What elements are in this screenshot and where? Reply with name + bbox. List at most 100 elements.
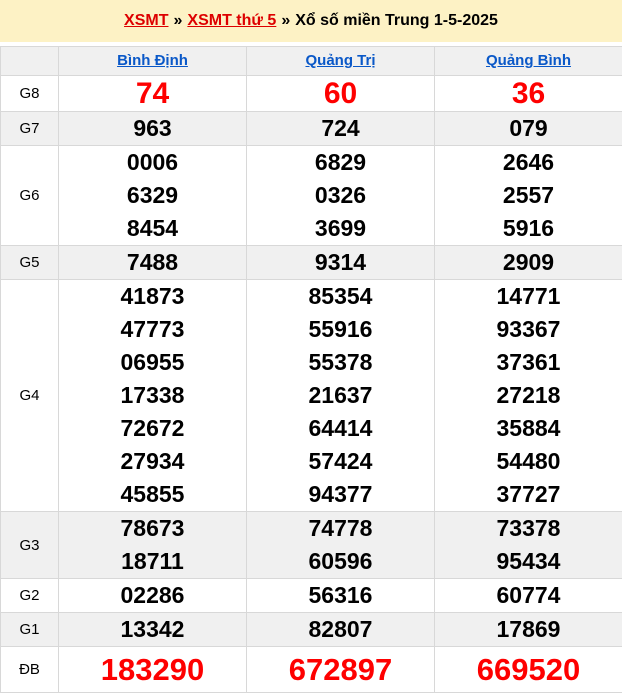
- result-number: 13342: [120, 616, 185, 642]
- prize-row-g4: G4 41873 47773 06955 17338 72672 27934 4…: [0, 279, 622, 512]
- result-cell: 60: [246, 75, 435, 112]
- result-number: 0006: [126, 149, 179, 175]
- result-number: 5916: [502, 215, 555, 241]
- result-cell: 672897: [246, 646, 435, 693]
- prize-label: G4: [0, 279, 59, 512]
- result-number: 72672: [120, 415, 185, 441]
- result-cell: 079: [434, 111, 622, 146]
- results-table: Bình Định Quảng Trị Quảng Bình G8 74 60 …: [0, 46, 622, 693]
- result-cell: 85354 55916 55378 21637 64414 57424 9437…: [246, 279, 435, 512]
- result-number: 60774: [496, 582, 561, 608]
- result-number: 6329: [126, 182, 179, 208]
- result-number: 73378: [496, 515, 561, 541]
- breadcrumb-separator: »: [173, 12, 183, 29]
- result-number: 64414: [308, 415, 373, 441]
- prize-label: G3: [0, 511, 59, 579]
- result-number: 95434: [496, 548, 561, 574]
- result-cell: 82807: [246, 612, 435, 647]
- result-number: 93367: [496, 316, 561, 342]
- result-cell: 60774: [434, 578, 622, 613]
- result-number: 55378: [308, 349, 373, 375]
- result-number: 21637: [308, 382, 373, 408]
- prize-row-g8: G8 74 60 36: [0, 75, 622, 112]
- column-link-quang-binh[interactable]: Quảng Bình: [486, 52, 571, 69]
- result-number: 56316: [308, 582, 373, 608]
- column-link-binh-dinh[interactable]: Bình Định: [117, 52, 188, 69]
- result-number: 36: [511, 77, 546, 110]
- prize-label: G2: [0, 578, 59, 613]
- prize-row-g6: G6 0006 6329 8454 6829 0326 3699 2646 25…: [0, 145, 622, 246]
- prize-label: ĐB: [0, 646, 59, 693]
- result-cell: 56316: [246, 578, 435, 613]
- result-number: 8454: [126, 215, 179, 241]
- result-cell: 0006 6329 8454: [58, 145, 247, 246]
- result-number: 94377: [308, 481, 373, 507]
- result-number: 37727: [496, 481, 561, 507]
- prize-row-g7: G7 963 724 079: [0, 111, 622, 146]
- result-number: 74: [135, 77, 170, 110]
- result-number: 41873: [120, 283, 185, 309]
- prize-row-g1: G1 13342 82807 17869: [0, 612, 622, 647]
- result-number: 74778: [308, 515, 373, 541]
- prize-row-g2: G2 02286 56316 60774: [0, 578, 622, 613]
- result-cell: 74778 60596: [246, 511, 435, 579]
- result-number: 78673: [120, 515, 185, 541]
- result-number: 37361: [496, 349, 561, 375]
- prize-label: G1: [0, 612, 59, 647]
- prize-label: G6: [0, 145, 59, 246]
- result-number: 724: [321, 115, 360, 141]
- result-cell: 74: [58, 75, 247, 112]
- result-cell: 13342: [58, 612, 247, 647]
- result-cell: 73378 95434: [434, 511, 622, 579]
- column-link-quang-tri[interactable]: Quảng Trị: [305, 52, 375, 69]
- result-number: 669520: [476, 652, 581, 687]
- breadcrumb-bar: XSMT» XSMT thứ 5» Xổ số miền Trung 1-5-202…: [0, 0, 622, 42]
- result-number: 2909: [502, 249, 555, 275]
- result-number: 55916: [308, 316, 373, 342]
- breadcrumb-separator: »: [281, 12, 291, 29]
- result-cell: 7488: [58, 245, 247, 280]
- result-number: 672897: [288, 652, 393, 687]
- result-cell: 183290: [58, 646, 247, 693]
- result-number: 27934: [120, 448, 185, 474]
- result-number: 35884: [496, 415, 561, 441]
- result-number: 6829: [314, 149, 367, 175]
- prize-column-header: [0, 46, 59, 76]
- result-number: 14771: [496, 283, 561, 309]
- prize-label: G8: [0, 75, 59, 112]
- table-header-row: Bình Định Quảng Trị Quảng Bình: [0, 46, 622, 76]
- result-number: 7488: [126, 249, 179, 275]
- result-number: 2646: [502, 149, 555, 175]
- breadcrumb-link-xsmt[interactable]: XSMT: [124, 12, 168, 30]
- result-number: 27218: [496, 382, 561, 408]
- result-cell: 9314: [246, 245, 435, 280]
- result-number: 82807: [308, 616, 373, 642]
- prize-row-g3: G3 78673 18711 74778 60596 73378 95434: [0, 511, 622, 579]
- result-number: 3699: [314, 215, 367, 241]
- result-cell: 14771 93367 37361 27218 35884 54480 3772…: [434, 279, 622, 512]
- result-cell: 41873 47773 06955 17338 72672 27934 4585…: [58, 279, 247, 512]
- result-cell: 78673 18711: [58, 511, 247, 579]
- breadcrumb-link-xsmt-day[interactable]: XSMT thứ 5: [187, 12, 276, 30]
- result-cell: 17869: [434, 612, 622, 647]
- result-cell: 02286: [58, 578, 247, 613]
- result-number: 02286: [120, 582, 185, 608]
- prize-label: G7: [0, 111, 59, 146]
- result-number: 9314: [314, 249, 367, 275]
- result-cell: 2646 2557 5916: [434, 145, 622, 246]
- result-cell: 36: [434, 75, 622, 112]
- result-cell: 963: [58, 111, 247, 146]
- result-number: 57424: [308, 448, 373, 474]
- page-title: Xổ số miền Trung 1-5-2025: [295, 12, 498, 29]
- result-number: 17338: [120, 382, 185, 408]
- result-cell: 6829 0326 3699: [246, 145, 435, 246]
- result-number: 963: [133, 115, 172, 141]
- result-number: 183290: [100, 652, 205, 687]
- result-number: 47773: [120, 316, 185, 342]
- result-cell: 669520: [434, 646, 622, 693]
- prize-label: G5: [0, 245, 59, 280]
- result-number: 18711: [121, 548, 184, 574]
- result-number: 079: [509, 115, 548, 141]
- result-number: 06955: [120, 349, 185, 375]
- result-number: 45855: [120, 481, 185, 507]
